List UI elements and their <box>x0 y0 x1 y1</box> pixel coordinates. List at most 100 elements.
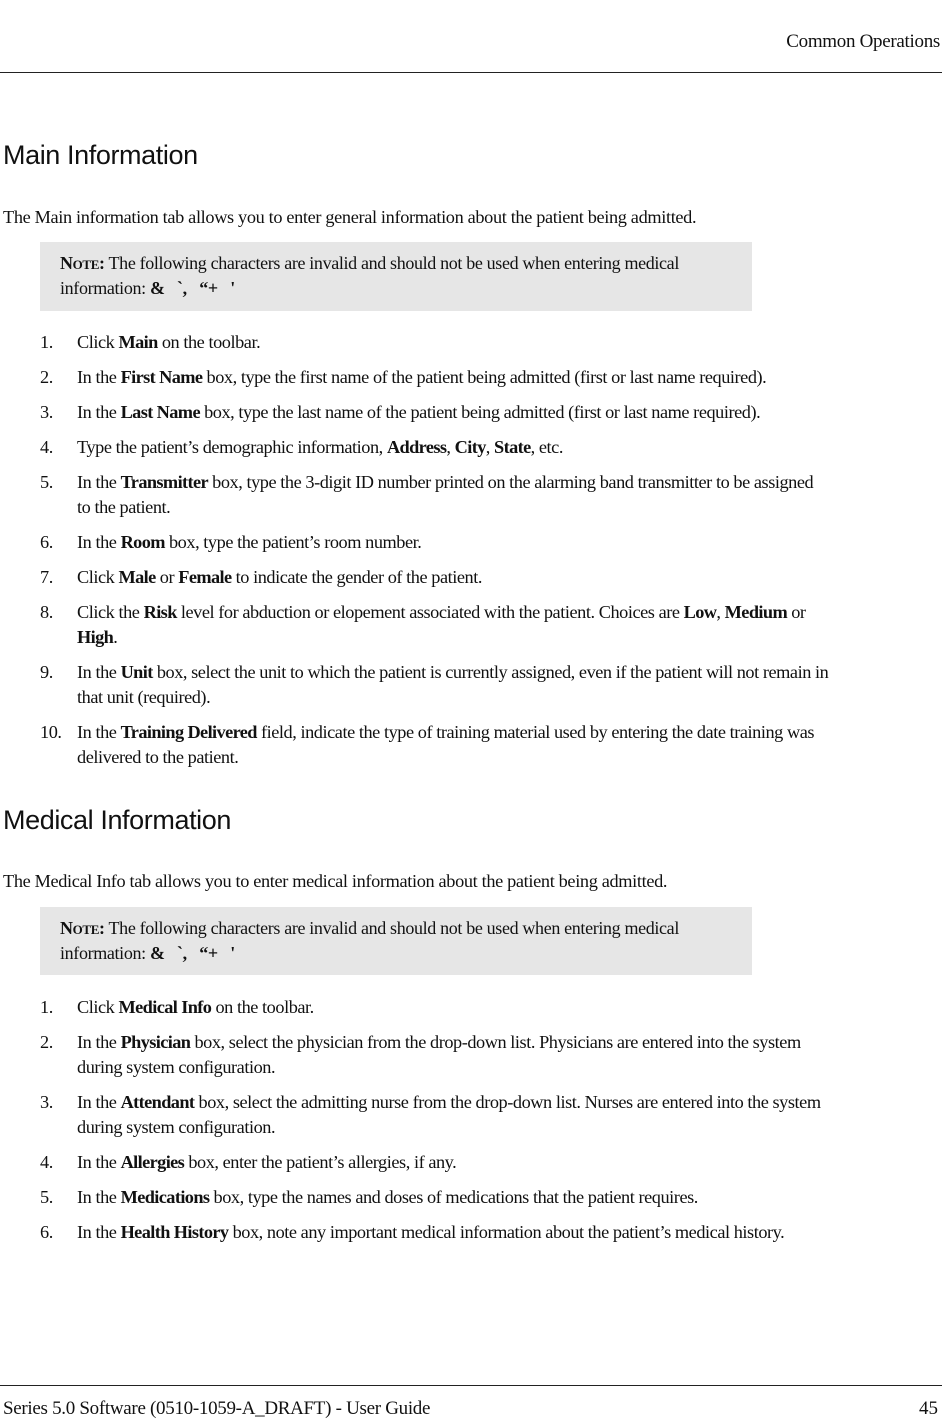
ui-term: State <box>494 437 531 457</box>
step-text: or <box>155 567 179 587</box>
running-header: Common Operations <box>786 31 940 52</box>
step-item: 10. In the Training Delivered field, indi… <box>40 720 830 770</box>
step-number: 1. <box>40 332 53 352</box>
step-item: 2. In the First Name box, type the first … <box>40 365 830 390</box>
step-text: or <box>787 602 806 622</box>
invalid-characters: & `, “+ ' <box>149 943 235 963</box>
medical-information-intro: The Medical Info tab allows you to enter… <box>3 871 668 891</box>
ui-term: Low <box>683 602 717 622</box>
step-text: on the toolbar. <box>157 332 261 352</box>
step-number: 5. <box>40 472 53 492</box>
ui-term: First Name <box>120 367 203 387</box>
footer-document-title: Series 5.0 Software (0510-1059-A_DRAFT) … <box>3 1398 431 1419</box>
step-text: , <box>485 437 495 457</box>
ui-term: Allergies <box>120 1152 185 1172</box>
ui-term: Transmitter <box>120 472 209 492</box>
ui-term: Room <box>120 532 166 552</box>
step-item: 2. In the Physician box, select the physi… <box>40 1030 830 1080</box>
ui-term: High <box>77 627 114 647</box>
main-info-steps: 1. Click Main on the toolbar. 2. In the Fir… <box>40 330 830 780</box>
step-text: In the <box>77 1032 121 1052</box>
step-text: Type the patient’s demographic informati… <box>77 437 387 457</box>
step-text: box, type the patient’s room number. <box>164 532 422 552</box>
ui-term: Attendant <box>120 1092 195 1112</box>
step-text: Click the <box>77 602 144 622</box>
step-text: box, type the first name of the patient … <box>202 367 767 387</box>
step-text: on the toolbar. <box>211 997 314 1017</box>
step-number: 3. <box>40 402 53 422</box>
ui-term: Physician <box>120 1032 191 1052</box>
step-item: 9. In the Unit box, select the unit to wh… <box>40 660 830 710</box>
step-number: 1. <box>40 997 53 1017</box>
step-number: 4. <box>40 437 53 457</box>
step-number: 7. <box>40 567 53 587</box>
medical-info-note-box: Note: The following characters are inval… <box>40 907 752 975</box>
ui-term: City <box>454 437 487 457</box>
step-text: Click <box>77 567 119 587</box>
step-number: 8. <box>40 602 53 622</box>
main-information-intro: The Main information tab allows you to e… <box>3 207 697 227</box>
step-item: 4. In the Allergies box, enter the patien… <box>40 1150 830 1175</box>
step-text: In the <box>77 532 121 552</box>
ui-term: Medications <box>120 1187 210 1207</box>
step-text: box, type the last name of the patient b… <box>199 402 761 422</box>
footer-rule <box>0 1385 942 1386</box>
medical-information-heading: Medical Information <box>3 805 232 835</box>
step-text: box, select the unit to which the patien… <box>77 662 829 707</box>
step-item: 1. Click Medical Info on the toolbar. <box>40 995 830 1020</box>
note-label: Note: <box>60 253 105 273</box>
step-number: 3. <box>40 1092 53 1112</box>
step-text: box, note any important medical informat… <box>228 1222 785 1242</box>
invalid-characters: & `, “+ ' <box>149 278 235 298</box>
page-number: 45 <box>919 1398 938 1419</box>
step-number: 4. <box>40 1152 53 1172</box>
step-number: 9. <box>40 662 53 682</box>
ui-term: Medium <box>724 602 788 622</box>
ui-term: Female <box>178 567 232 587</box>
step-item: 5. In the Medications box, type the names… <box>40 1185 830 1210</box>
step-text: In the <box>77 1187 121 1207</box>
ui-term: Medical Info <box>118 997 212 1017</box>
step-text: In the <box>77 1152 121 1172</box>
note-label: Note: <box>60 918 105 938</box>
step-item: 1. Click Main on the toolbar. <box>40 330 830 355</box>
step-text: box, enter the patient’s allergies, if a… <box>184 1152 457 1172</box>
medical-info-steps: 1. Click Medical Info on the toolbar. 2. In… <box>40 995 830 1255</box>
ui-term: Male <box>118 567 156 587</box>
step-text: to indicate the gender of the patient. <box>231 567 483 587</box>
step-text: , <box>716 602 725 622</box>
step-text: , <box>446 437 455 457</box>
step-item: 6. In the Health History box, note any im… <box>40 1220 830 1245</box>
step-item: 6. In the Room box, type the patient’s ro… <box>40 530 830 555</box>
step-text: In the <box>77 402 121 422</box>
step-text: In the <box>77 722 121 742</box>
ui-term: Main <box>118 332 158 352</box>
ui-term: Address <box>386 437 447 457</box>
step-text: In the <box>77 662 121 682</box>
step-number: 2. <box>40 1032 53 1052</box>
step-text: In the <box>77 472 121 492</box>
main-info-note-box: Note: The following characters are inval… <box>40 242 752 311</box>
step-item: 7. Click Male or Female to indicate the g… <box>40 565 830 590</box>
step-number: 6. <box>40 532 53 552</box>
step-text: level for abduction or elopement associa… <box>176 602 684 622</box>
step-text: Click <box>77 332 119 352</box>
ui-term: Health History <box>120 1222 229 1242</box>
ui-term: Unit <box>120 662 154 682</box>
step-item: 5. In the Transmitter box, type the 3-dig… <box>40 470 830 520</box>
step-number: 2. <box>40 367 53 387</box>
step-item: 3. In the Last Name box, type the last na… <box>40 400 830 425</box>
ui-term: Risk <box>143 602 178 622</box>
step-item: 3. In the Attendant box, select the admit… <box>40 1090 830 1140</box>
step-text: . <box>113 627 118 647</box>
step-item: 8. Click the Risk level for abduction or … <box>40 600 830 650</box>
step-number: 6. <box>40 1222 53 1242</box>
step-text: In the <box>77 1222 121 1242</box>
step-text: box, type the names and doses of medicat… <box>209 1187 699 1207</box>
ui-term: Last Name <box>120 402 201 422</box>
step-item: 4. Type the patient’s demographic informa… <box>40 435 830 460</box>
header-rule <box>0 72 942 73</box>
ui-term: Training Delivered <box>120 722 258 742</box>
step-number: 10. <box>40 722 62 742</box>
main-information-heading: Main Information <box>3 140 198 170</box>
